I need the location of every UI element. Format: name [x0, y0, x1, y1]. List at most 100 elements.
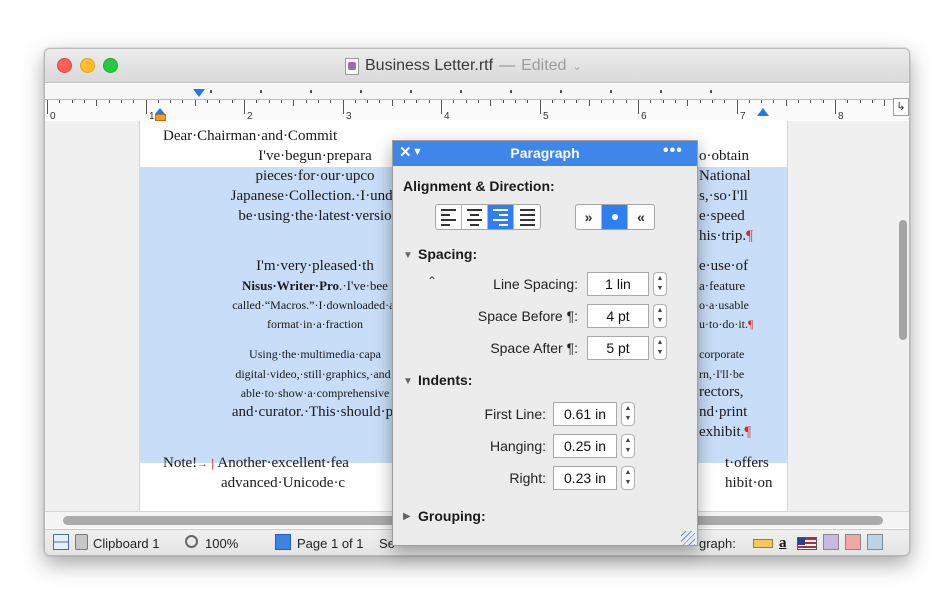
window-title[interactable]: Business Letter.rtf — Edited ⌄ — [345, 56, 582, 76]
para3-line-end[interactable]: corporate — [699, 347, 744, 362]
note-line-end[interactable]: hibit·on — [725, 475, 773, 492]
align-justify-button[interactable] — [514, 205, 540, 229]
para2-last-text: u·to·do·it. — [699, 317, 748, 331]
title-bar[interactable]: Business Letter.rtf — Edited ⌄ — [45, 49, 909, 83]
minimize-window-button[interactable] — [80, 58, 95, 73]
note-line[interactable]: advanced·Unicode·c — [221, 475, 345, 492]
para1-line-end[interactable]: his·trip.¶ — [699, 228, 753, 245]
para3-line[interactable]: able·to·show·a·comprehensive — [241, 386, 390, 401]
para2-line-end[interactable]: u·to·do·it.¶ — [699, 317, 753, 332]
font-a-icon[interactable]: a — [779, 534, 787, 552]
page-indicator[interactable]: Page 1 of 1 — [297, 535, 364, 553]
right-indent-field[interactable]: 0.23 in — [553, 466, 617, 490]
ruler-tick — [379, 100, 380, 103]
para1-line-end[interactable]: e·speed — [699, 208, 745, 225]
ruler[interactable]: 012345678 ↳ — [45, 84, 909, 122]
para2-line-end[interactable]: o·a·usable — [699, 298, 749, 313]
page-icon[interactable] — [275, 534, 291, 550]
para2-line-end[interactable]: e·use·of — [699, 258, 748, 275]
ruler-tick — [244, 100, 245, 114]
indents-heading[interactable]: Indents: — [418, 372, 472, 388]
tab-type-button[interactable]: ↳ — [893, 98, 909, 116]
para3-line[interactable]: digital·video,·still·graphics,·and· — [235, 367, 394, 382]
space-before-stepper[interactable]: ▲ ▼ — [653, 304, 667, 328]
resize-grip-icon[interactable] — [681, 531, 695, 545]
para3-line-end[interactable]: exhibit.¶ — [699, 424, 751, 441]
para3-line-end[interactable]: nd·print — [699, 404, 747, 421]
collapse-arrow-icon[interactable]: ▼ — [412, 146, 423, 158]
split-view-icon[interactable] — [53, 534, 69, 550]
zoom-level[interactable]: 100% — [205, 535, 238, 553]
first-line-stepper[interactable]: ▲ ▼ — [621, 402, 635, 426]
close-icon[interactable]: ✕ — [399, 143, 412, 161]
paragraph-style-indicator[interactable]: graph: — [699, 535, 736, 553]
para1-line[interactable]: I've·begun·prepara — [258, 148, 371, 165]
disclosure-open-icon[interactable]: ▼ — [403, 376, 413, 387]
right-indent-marker[interactable] — [757, 108, 769, 116]
para2-line-end[interactable]: a·feature — [699, 278, 745, 294]
natural-direction-button[interactable] — [602, 205, 628, 229]
direction-segmented-control[interactable]: » « — [575, 204, 655, 230]
para3-line[interactable]: and·curator.·This·should·pr — [232, 404, 398, 421]
para3-line-end[interactable]: rn,·I'll·be — [699, 367, 744, 382]
para1-line[interactable]: pieces·for·our·upco — [255, 168, 374, 185]
ruler-scale[interactable]: 012345678 — [45, 99, 909, 122]
para2-line[interactable]: Nisus·Writer·Pro.·I've·bee — [242, 278, 388, 294]
line-spacing-stepper[interactable]: ▲ ▼ — [653, 272, 667, 296]
line-spacing-mode-icon[interactable]: ⌃ — [427, 274, 437, 288]
tab-stop-mark — [310, 90, 312, 93]
ruler-tick — [724, 100, 725, 103]
para2-line[interactable]: format·in·a·fraction — [267, 317, 363, 332]
left-indent-marker[interactable] — [155, 108, 166, 121]
spacing-heading[interactable]: Spacing: — [418, 246, 477, 262]
disclosure-closed-icon[interactable]: ▶ — [403, 511, 411, 522]
note-line[interactable]: Note!→❘Another·excellent·fea — [163, 455, 349, 472]
line-spacing-field[interactable]: 1 lin — [587, 272, 649, 296]
para1-line[interactable]: be·using·the·latest·versio — [238, 208, 391, 225]
document-info-icon[interactable] — [867, 534, 883, 550]
highlight-icon[interactable] — [845, 534, 861, 550]
left-to-right-button[interactable]: » — [576, 205, 602, 229]
alignment-segmented-control[interactable] — [435, 204, 541, 230]
space-before-field[interactable]: 4 pt — [587, 304, 649, 328]
greeting-line[interactable]: Dear·Chairman·and·Commit — [163, 128, 337, 145]
palette-title-bar[interactable]: Paragraph ✕ ▼ ••• — [393, 141, 697, 166]
disclosure-open-icon[interactable]: ▼ — [403, 250, 413, 261]
hanging-stepper[interactable]: ▲ ▼ — [621, 434, 635, 458]
ruler-tick — [306, 100, 307, 103]
us-flag-icon[interactable] — [797, 537, 817, 550]
vertical-scrollbar[interactable] — [899, 220, 907, 340]
more-options-icon[interactable]: ••• — [663, 142, 683, 160]
align-right-button[interactable] — [488, 205, 514, 229]
para3-line-end[interactable]: rectors, — [699, 384, 744, 401]
ruler-tick — [601, 100, 602, 103]
hanging-field[interactable]: 0.25 in — [553, 434, 617, 458]
ruler-icon[interactable] — [753, 539, 773, 548]
para1-line-end[interactable]: s,·so·I'll — [699, 188, 748, 205]
right-indent-stepper[interactable]: ▲ ▼ — [621, 466, 635, 490]
magnifier-icon[interactable] — [185, 535, 198, 548]
align-center-button[interactable] — [462, 205, 488, 229]
grouping-heading[interactable]: Grouping: — [418, 508, 486, 524]
ruler-tick — [478, 100, 479, 103]
first-line-indent-marker[interactable] — [193, 89, 205, 97]
right-to-left-button[interactable]: « — [628, 205, 654, 229]
para2-line[interactable]: called·“Macros.”·I·downloaded·al — [232, 298, 398, 313]
zoom-window-button[interactable] — [103, 58, 118, 73]
clipboard-icon[interactable] — [75, 534, 88, 550]
style-swatch-icon[interactable] — [823, 534, 839, 550]
para1-line[interactable]: Japanese·Collection.·I·unde — [231, 188, 400, 205]
clipboard-selector[interactable]: Clipboard 1 — [93, 535, 160, 553]
para1-line-end[interactable]: National — [699, 168, 751, 185]
para1-line-end[interactable]: o·obtain — [699, 148, 749, 165]
para2-line[interactable]: I'm·very·pleased·th — [256, 258, 374, 275]
first-line-field[interactable]: 0.61 in — [553, 402, 617, 426]
para3-line[interactable]: Using·the·multimedia·capa — [249, 347, 381, 362]
note-line-end[interactable]: t·offers — [725, 455, 769, 472]
pilcrow-mark: ¶ — [746, 228, 753, 244]
space-after-field[interactable]: 5 pt — [587, 336, 649, 360]
close-window-button[interactable] — [57, 58, 72, 73]
space-after-stepper[interactable]: ▲ ▼ — [653, 336, 667, 360]
align-left-button[interactable] — [436, 205, 462, 229]
chevron-down-icon[interactable]: ⌄ — [572, 60, 581, 73]
